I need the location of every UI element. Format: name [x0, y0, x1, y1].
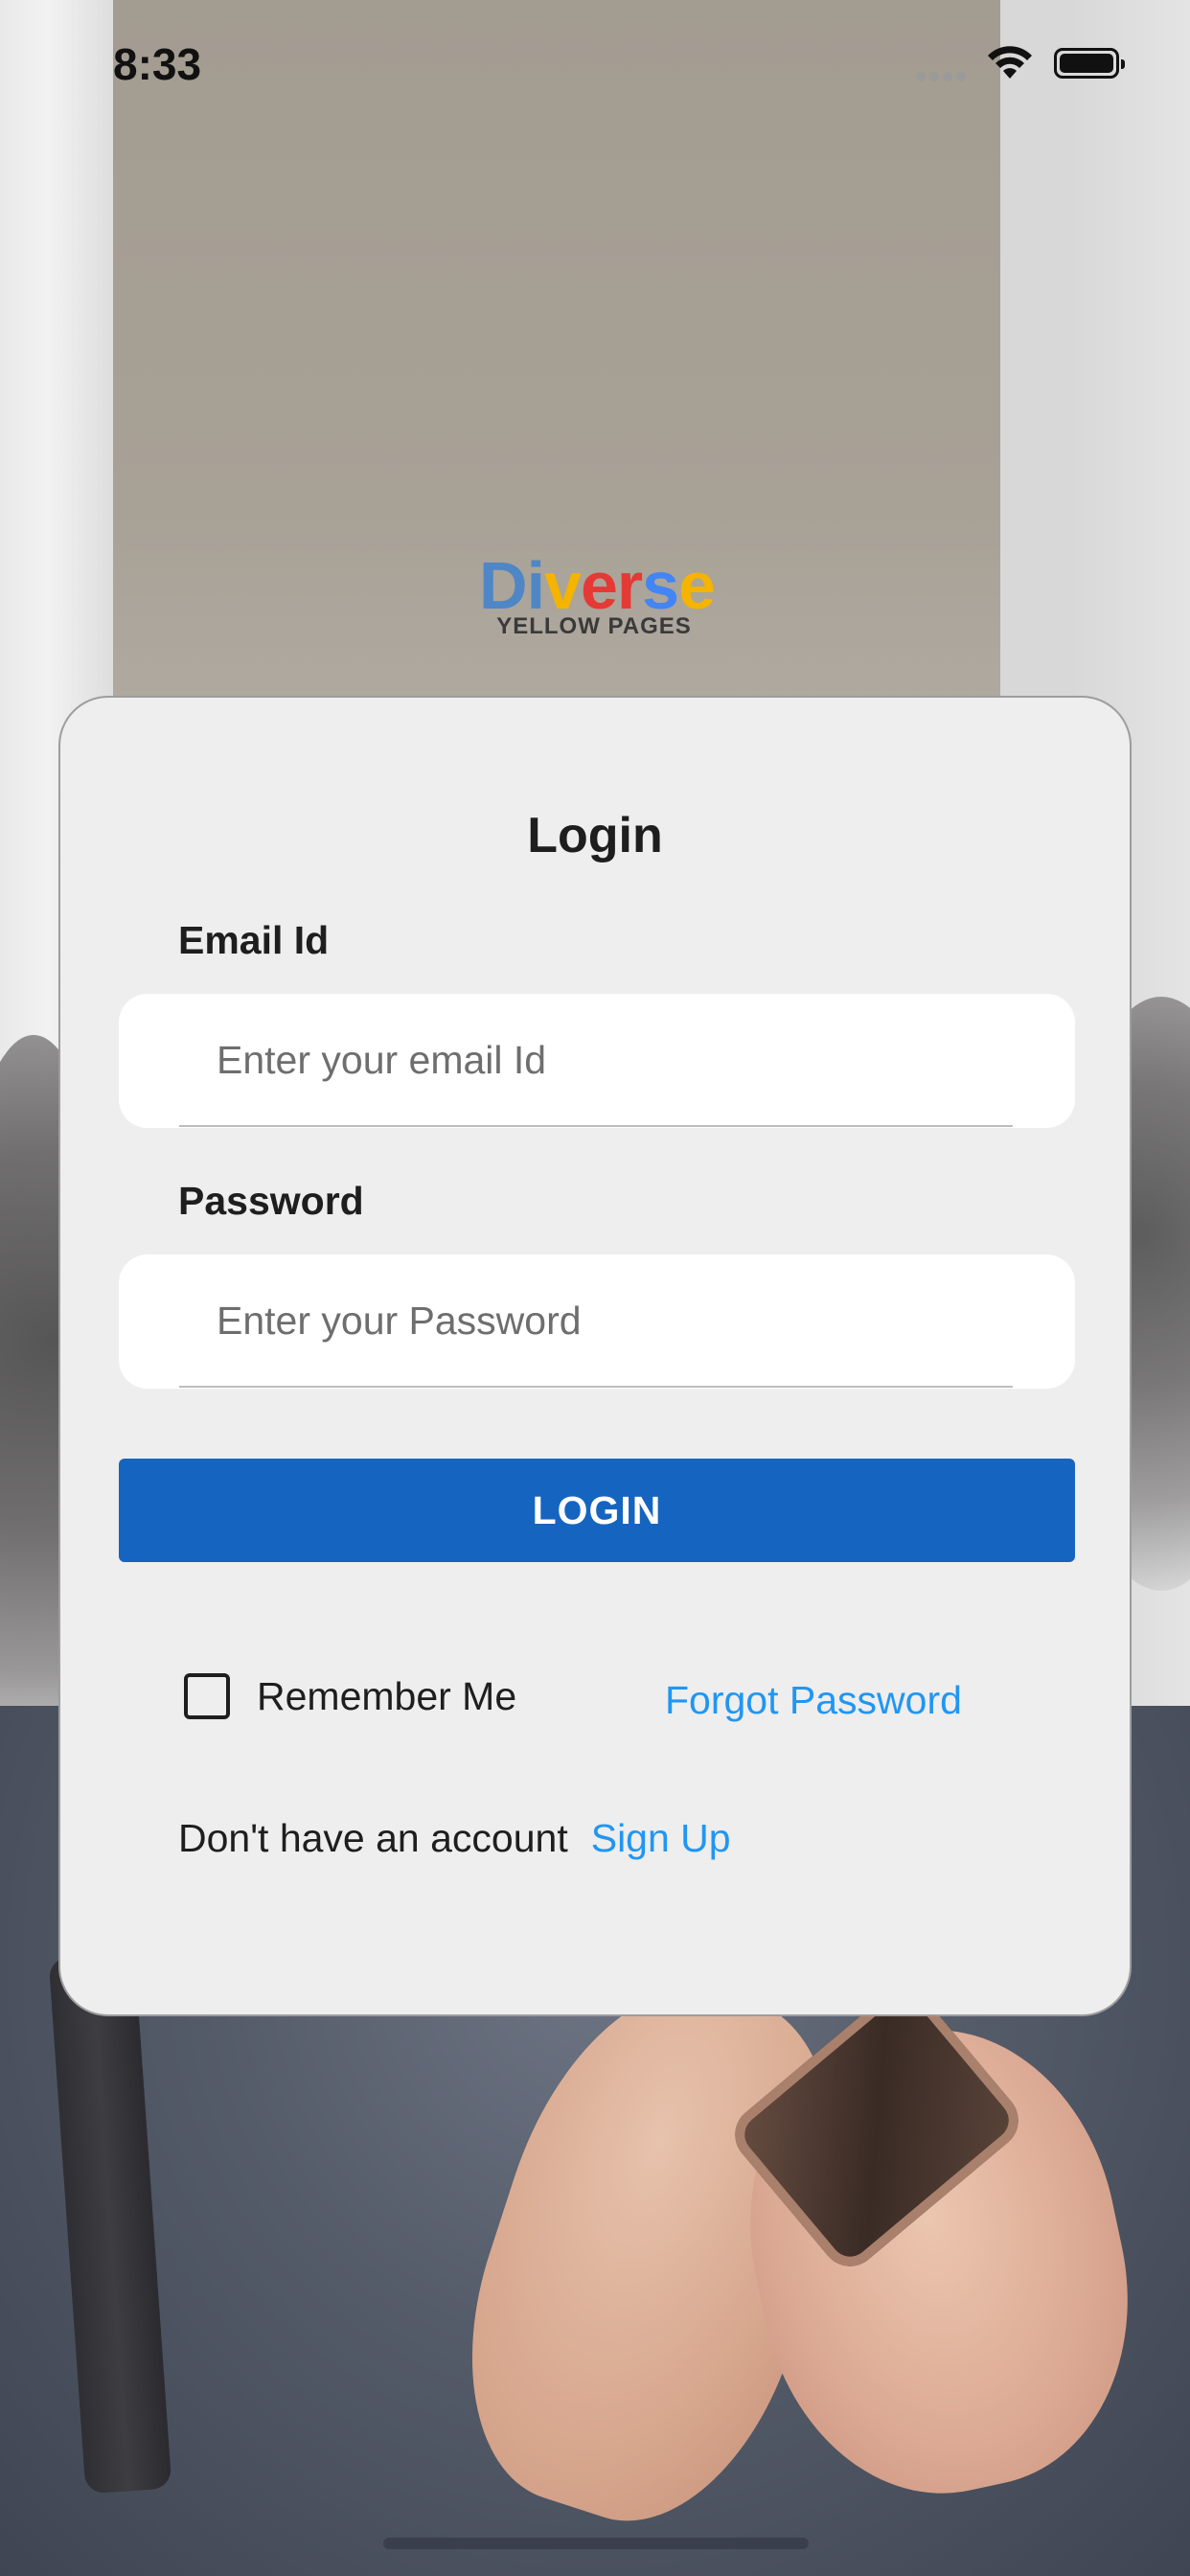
logo-letter: s — [642, 548, 679, 623]
logo-letter: v — [544, 548, 582, 623]
password-underline — [179, 1386, 1013, 1388]
status-time: 8:33 — [113, 39, 202, 89]
login-card: Login Email Id Password LOGIN Remember M… — [58, 696, 1132, 2016]
status-bar: 8:33 — [0, 0, 1190, 134]
email-underline — [179, 1125, 1013, 1127]
password-field-container — [119, 1254, 1075, 1389]
password-label: Password — [178, 1179, 364, 1223]
remember-me-row[interactable]: Remember Me — [184, 1673, 516, 1719]
signup-row: Don't have an account Sign Up — [178, 1816, 731, 1861]
remember-me-checkbox[interactable] — [184, 1673, 230, 1719]
no-account-text: Don't have an account — [178, 1816, 568, 1860]
logo-letter: D — [479, 548, 528, 623]
page-title: Login — [527, 808, 663, 863]
home-indicator[interactable] — [383, 2538, 809, 2549]
login-button[interactable]: LOGIN — [119, 1459, 1075, 1562]
email-label: Email Id — [178, 918, 330, 962]
logo-letter: e — [678, 548, 716, 623]
wifi-icon — [988, 46, 1032, 79]
sign-up-link[interactable]: Sign Up — [591, 1816, 731, 1860]
logo-subtitle: YELLOW PAGES — [496, 613, 692, 639]
email-field-container — [119, 994, 1075, 1128]
forgot-password-link[interactable]: Forgot Password — [665, 1678, 962, 1723]
logo-letter: e — [580, 548, 618, 623]
app-logo: Diverse YELLOW PAGES — [479, 552, 716, 640]
logo-letter: r — [616, 548, 643, 623]
logo-letter: i — [526, 548, 545, 623]
remember-me-label[interactable]: Remember Me — [257, 1674, 516, 1719]
cellular-signal-icon — [916, 69, 970, 86]
logo-wordmark: Diverse — [479, 552, 716, 619]
password-field[interactable] — [177, 1254, 963, 1387]
battery-icon — [1054, 48, 1125, 79]
email-field[interactable] — [177, 994, 963, 1126]
